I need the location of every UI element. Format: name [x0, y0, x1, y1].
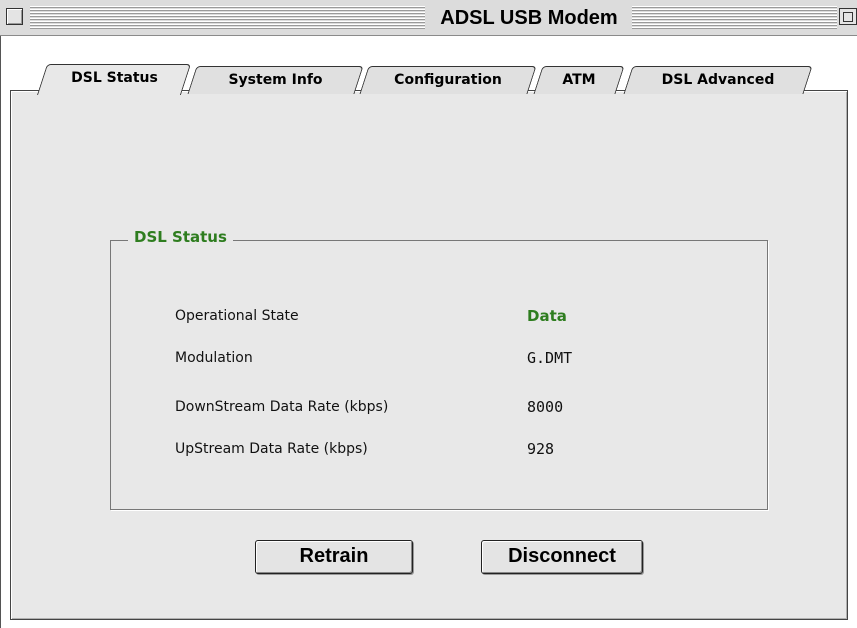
- tab-atm[interactable]: ATM: [533, 66, 625, 94]
- close-box-icon[interactable]: [6, 8, 23, 25]
- tab-dsl-status[interactable]: DSL Status: [36, 64, 192, 95]
- status-row-operational-state: Operational State Data: [175, 303, 735, 329]
- row-label: DownStream Data Rate (kbps): [175, 399, 389, 415]
- status-row-upstream-rate: UpStream Data Rate (kbps) 928: [175, 436, 735, 462]
- window-title: ADSL USB Modem: [428, 4, 630, 32]
- dsl-status-group: [110, 240, 768, 510]
- row-value: G.DMT: [527, 349, 573, 367]
- tab-label: System Info: [228, 72, 323, 88]
- row-label: UpStream Data Rate (kbps): [175, 441, 368, 457]
- row-label: Modulation: [175, 350, 253, 366]
- status-row-downstream-rate: DownStream Data Rate (kbps) 8000: [175, 394, 735, 420]
- disconnect-button[interactable]: Disconnect: [481, 540, 643, 574]
- title-bar[interactable]: ADSL USB Modem: [0, 0, 857, 36]
- tab-label: ATM: [562, 72, 596, 88]
- row-value: 8000: [527, 398, 564, 416]
- row-value: Data: [527, 307, 567, 325]
- tab-label: DSL Status: [71, 70, 158, 86]
- group-title: DSL Status: [128, 226, 233, 248]
- tab-bar: DSL Status System Info Configuration ATM…: [0, 60, 857, 95]
- tab-dsl-advanced[interactable]: DSL Advanced: [623, 66, 813, 94]
- tab-configuration[interactable]: Configuration: [359, 66, 537, 94]
- tab-label: Configuration: [394, 72, 502, 88]
- retrain-button[interactable]: Retrain: [255, 540, 413, 574]
- tab-label: DSL Advanced: [661, 72, 775, 88]
- zoom-box-icon[interactable]: [839, 8, 857, 25]
- title-bar-stripes: [632, 6, 837, 30]
- row-label: Operational State: [175, 308, 299, 324]
- title-bar-stripes: [30, 6, 425, 30]
- tab-system-info[interactable]: System Info: [187, 66, 364, 94]
- status-row-modulation: Modulation G.DMT: [175, 345, 735, 371]
- row-value: 928: [527, 440, 555, 458]
